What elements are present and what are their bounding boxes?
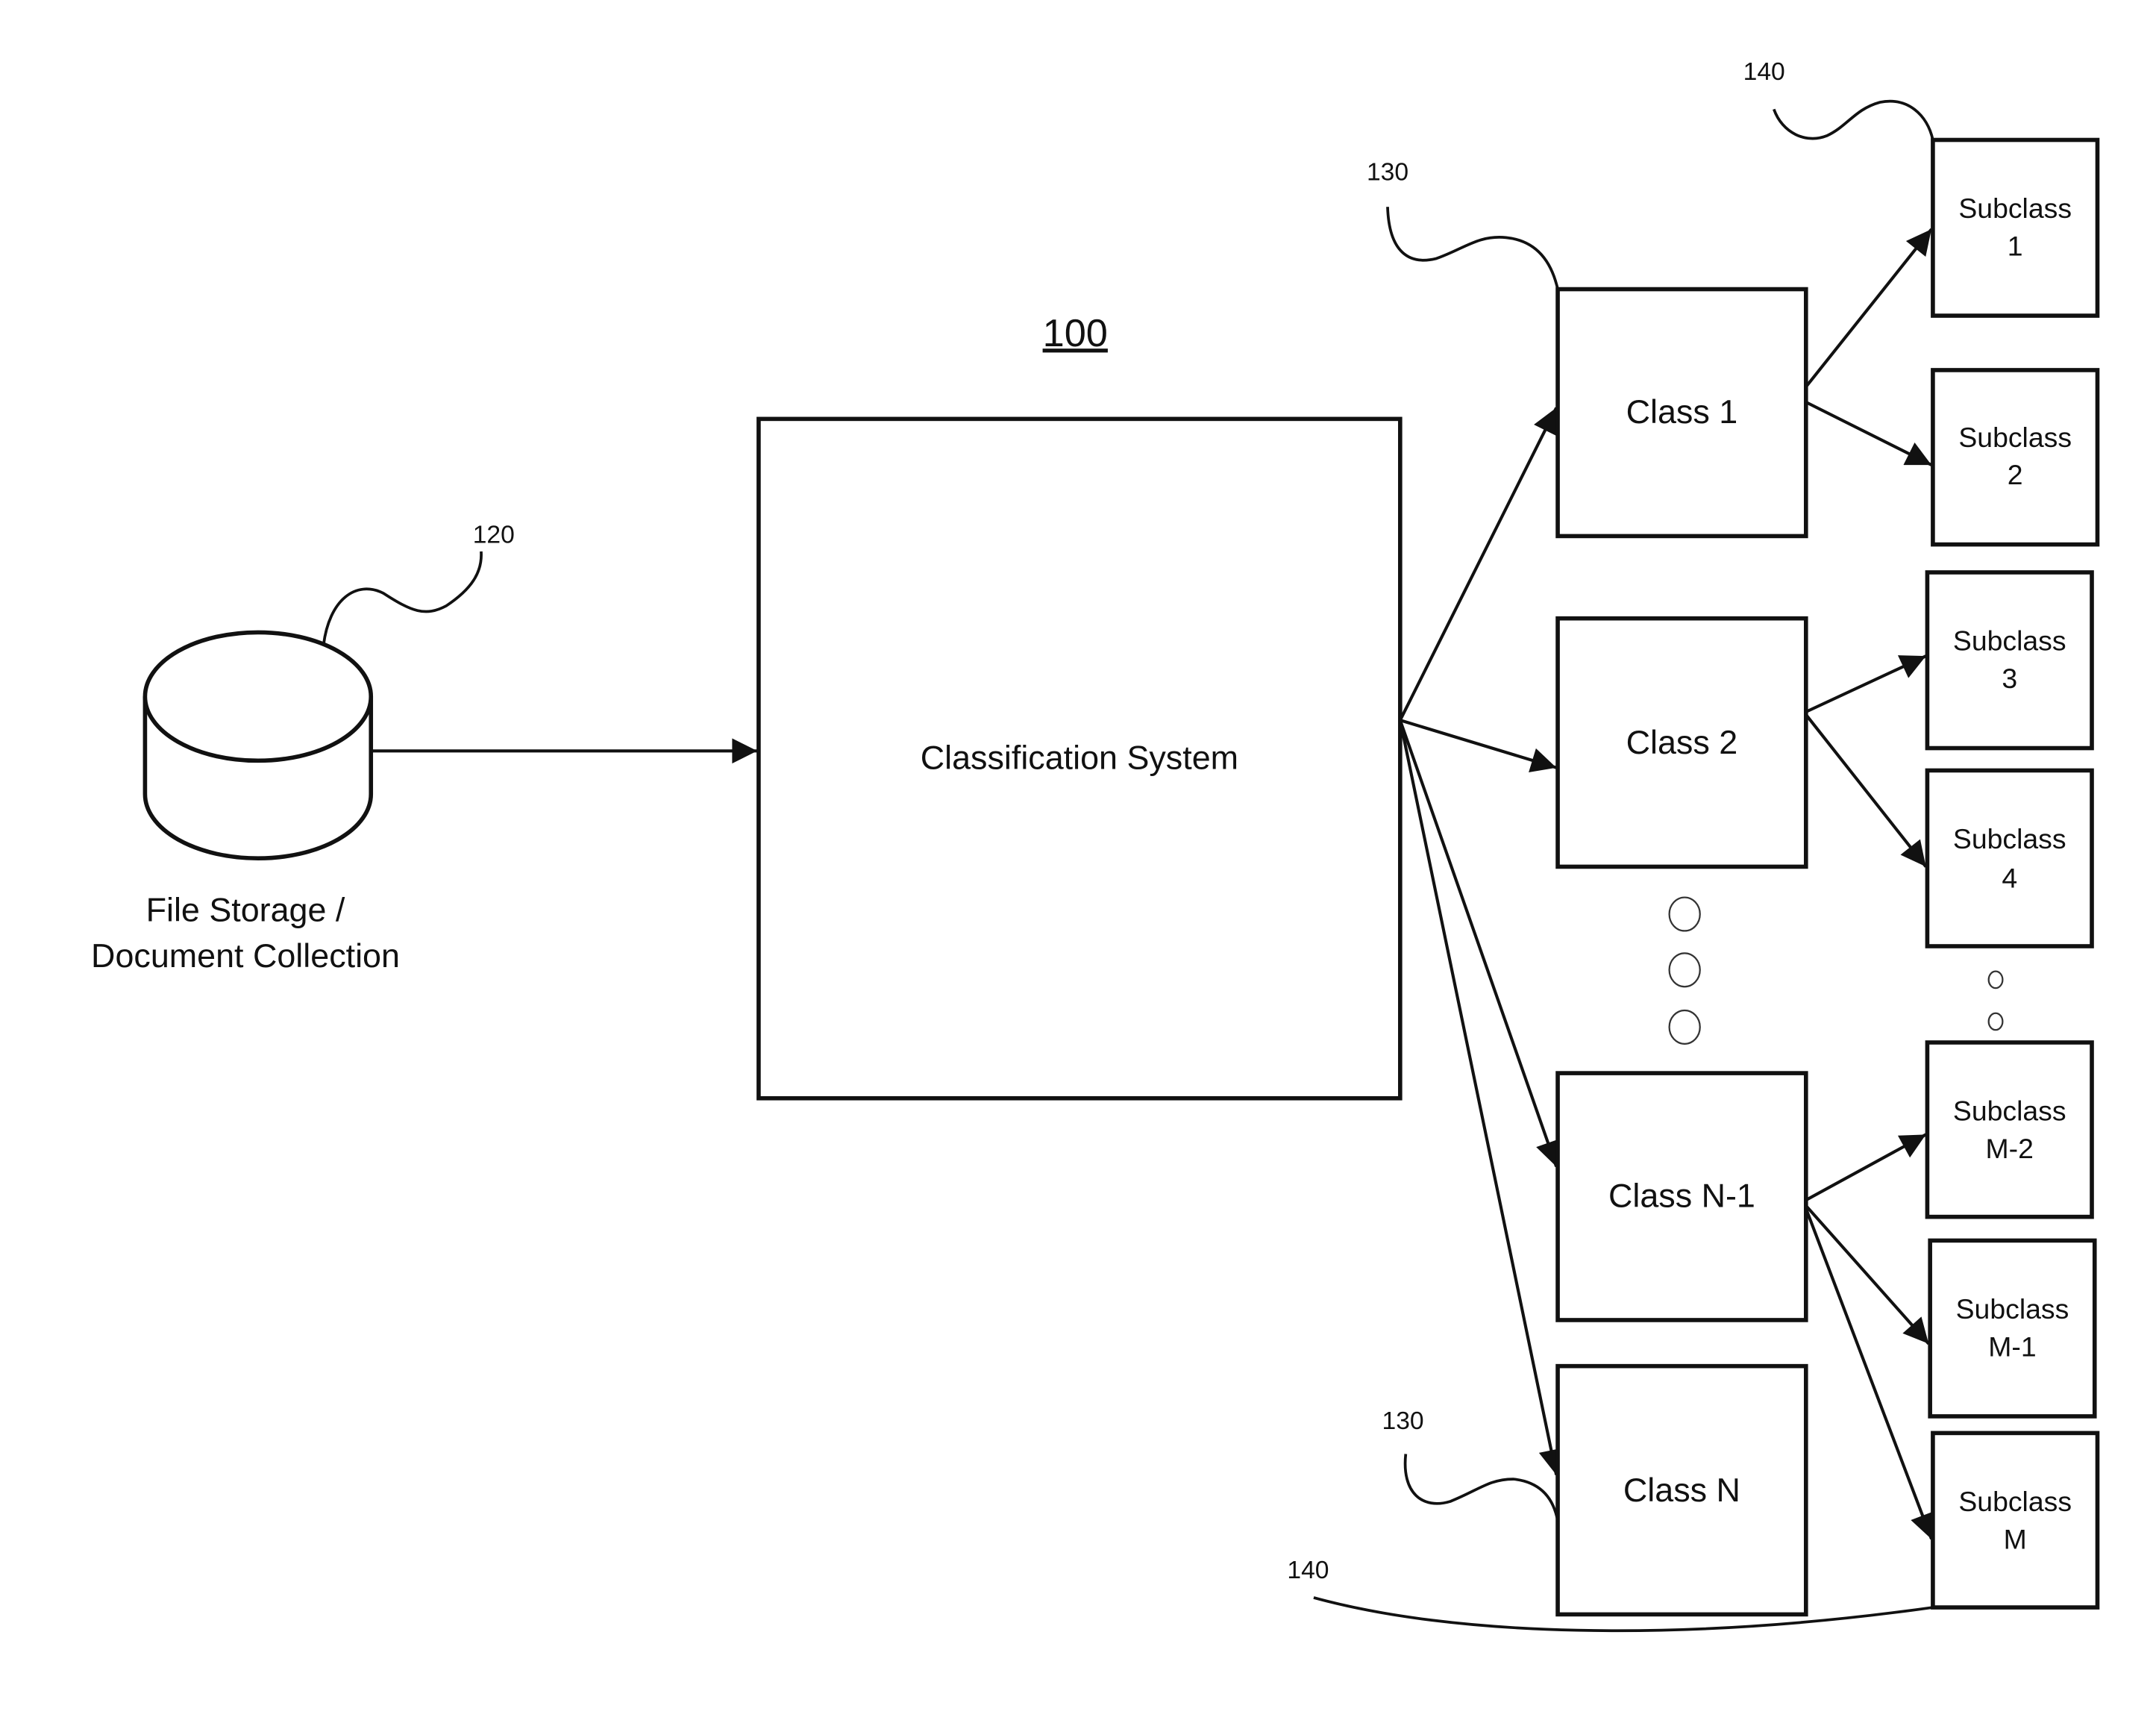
ref-leader-120 bbox=[322, 551, 483, 645]
class-label: Class N-1 bbox=[1608, 1177, 1755, 1215]
subclass-label-line1: Subclass bbox=[1956, 1293, 2069, 1325]
subclass-box-m-2 bbox=[1925, 1040, 2094, 1219]
subclass-label-line2: 4 bbox=[2002, 862, 2017, 893]
subclass-box-1 bbox=[1931, 137, 2100, 318]
ref-120: 120 bbox=[473, 522, 515, 549]
edge-class2-to-subclass3 bbox=[1805, 654, 1927, 713]
ellipsis-dot bbox=[1668, 896, 1701, 932]
edge-classifier-to-class1 bbox=[1398, 407, 1558, 722]
subclass-box-2 bbox=[1931, 368, 2100, 547]
subclass-label-line1: Subclass bbox=[1958, 193, 2072, 224]
edge-classN-1-to-subclassM bbox=[1804, 1207, 1934, 1540]
edge-classifier-to-class2 bbox=[1400, 719, 1557, 773]
subclass-box-4 bbox=[1925, 768, 2094, 948]
edge-class1-to-subclass1 bbox=[1805, 228, 1933, 388]
subclass-label-line1: Subclass bbox=[1958, 1486, 2072, 1517]
subclass-label-line2: 3 bbox=[2002, 663, 2017, 694]
subclass-label-line2: M bbox=[2004, 1524, 2027, 1555]
data-source-label-line2: Document Collection bbox=[91, 937, 400, 975]
ref-130-top: 130 bbox=[1367, 159, 1408, 187]
ref-130-bottom: 130 bbox=[1382, 1407, 1424, 1435]
edge-classN-1-to-subclassM-1 bbox=[1805, 1204, 1930, 1345]
subclass-box-3 bbox=[1925, 570, 2094, 751]
subclass-label-line2: 1 bbox=[2008, 231, 2023, 262]
class-label: Class N bbox=[1623, 1471, 1740, 1509]
ref-leader-130-top bbox=[1386, 207, 1559, 290]
ellipsis-dot bbox=[1668, 952, 1701, 988]
class-ellipsis bbox=[1668, 896, 1701, 1045]
ellipsis-dot bbox=[1987, 970, 2004, 990]
subclass-label-line2: M-2 bbox=[1986, 1133, 2034, 1164]
edge-class2-to-subclass4 bbox=[1805, 713, 1928, 868]
class-label: Class 1 bbox=[1626, 393, 1738, 431]
ellipsis-dot bbox=[1987, 1012, 2004, 1031]
subclass-label-line2: M-1 bbox=[1988, 1331, 2036, 1363]
figure-number: 100 bbox=[1043, 312, 1108, 355]
ellipsis-dot bbox=[1668, 1009, 1701, 1045]
ref-140-bottom: 140 bbox=[1287, 1557, 1329, 1584]
subclass-label-line2: 2 bbox=[2008, 459, 2023, 490]
edge-classN-1-to-subclassM-2 bbox=[1805, 1133, 1927, 1202]
subclass-label-line1: Subclass bbox=[1953, 823, 2066, 854]
ref-leader-140-top bbox=[1773, 99, 1934, 140]
subclass-ellipsis bbox=[1987, 970, 2004, 1031]
subclass-label-line1: Subclass bbox=[1958, 422, 2072, 453]
ref-140-top: 140 bbox=[1743, 58, 1785, 86]
subclass-box-m-1 bbox=[1928, 1238, 2097, 1419]
data-source-label-line1: File Storage / bbox=[146, 890, 345, 928]
classification-system-label: Classification System bbox=[921, 739, 1238, 777]
class-label: Class 2 bbox=[1626, 723, 1738, 761]
classification-diagram: 100 File Storage / Document Collection 1… bbox=[91, 58, 2100, 1633]
subclass-label-line1: Subclass bbox=[1953, 1095, 2066, 1127]
database-cylinder-icon bbox=[142, 630, 374, 860]
subclass-label-line1: Subclass bbox=[1953, 625, 2066, 657]
edge-class1-to-subclass2 bbox=[1805, 401, 1932, 466]
subclass-box-m bbox=[1931, 1431, 2100, 1610]
ref-leader-130-bottom bbox=[1403, 1454, 1559, 1522]
